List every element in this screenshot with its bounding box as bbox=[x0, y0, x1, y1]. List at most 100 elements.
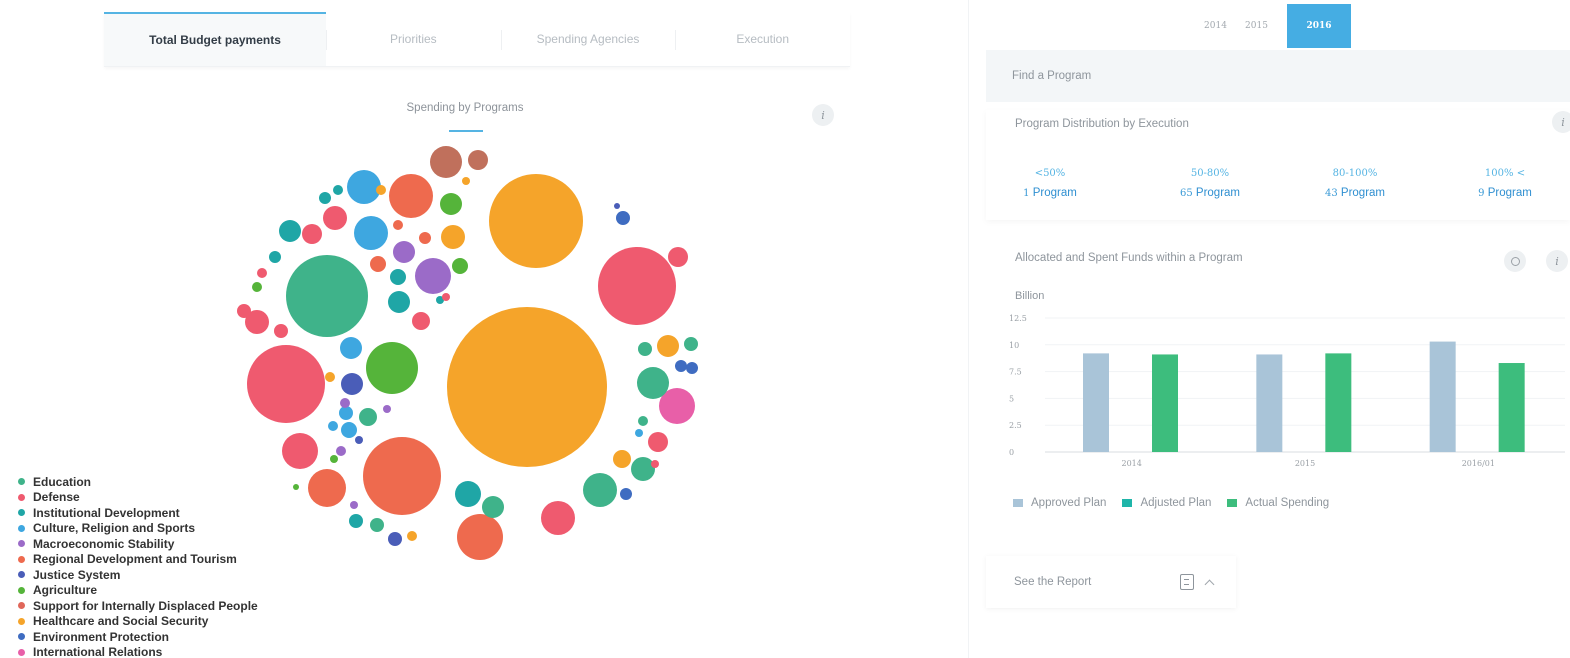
program-bubble[interactable] bbox=[340, 398, 350, 408]
program-bubble[interactable] bbox=[631, 457, 655, 481]
legend-item[interactable]: Regional Development and Tourism bbox=[18, 552, 258, 568]
program-bubble[interactable] bbox=[430, 146, 462, 178]
program-bubble[interactable] bbox=[412, 312, 430, 330]
legend-item[interactable]: Healthcare and Social Security bbox=[18, 614, 258, 630]
program-bubble[interactable] bbox=[441, 225, 465, 249]
program-bubble[interactable] bbox=[457, 514, 503, 560]
find-program-input[interactable] bbox=[1012, 70, 1412, 82]
program-bubble[interactable] bbox=[383, 405, 391, 413]
legend-item[interactable]: Agriculture bbox=[18, 583, 258, 599]
legend-item[interactable]: Environment Protection bbox=[18, 629, 258, 645]
download-icon[interactable] bbox=[1504, 250, 1526, 272]
series-legend-item[interactable]: Actual Spending bbox=[1227, 497, 1329, 509]
program-bubble[interactable] bbox=[389, 174, 433, 218]
program-bubble[interactable] bbox=[462, 177, 470, 185]
program-bubble[interactable] bbox=[269, 251, 281, 263]
program-bubble[interactable] bbox=[651, 460, 659, 468]
chevron-up-icon[interactable] bbox=[1204, 579, 1215, 589]
program-bubble[interactable] bbox=[657, 335, 679, 357]
program-bubble[interactable] bbox=[286, 255, 368, 337]
program-bubble[interactable] bbox=[363, 437, 441, 515]
bar-actual-spending[interactable] bbox=[1498, 363, 1525, 452]
program-bubble[interactable] bbox=[341, 373, 363, 395]
bucket-over-100[interactable]: 100% < 9 Program bbox=[1455, 168, 1555, 199]
program-bubble[interactable] bbox=[648, 432, 668, 452]
program-bubble[interactable] bbox=[279, 220, 301, 242]
program-bubble[interactable] bbox=[637, 367, 669, 399]
program-bubble[interactable] bbox=[447, 307, 607, 467]
legend-item[interactable]: Defense bbox=[18, 490, 258, 506]
distribution-info-icon[interactable]: i bbox=[1552, 111, 1570, 133]
program-bubble[interactable] bbox=[452, 258, 468, 274]
program-bubble[interactable] bbox=[370, 256, 386, 272]
program-bubble[interactable] bbox=[323, 206, 347, 230]
program-bubble[interactable] bbox=[407, 531, 417, 541]
program-bubble[interactable] bbox=[638, 416, 648, 426]
program-bubble[interactable] bbox=[302, 224, 322, 244]
program-bubble[interactable] bbox=[325, 372, 335, 382]
program-bubble[interactable] bbox=[252, 282, 262, 292]
program-bubble[interactable] bbox=[350, 501, 358, 509]
program-bubble[interactable] bbox=[347, 170, 381, 204]
program-bubble[interactable] bbox=[370, 518, 384, 532]
program-bubble[interactable] bbox=[415, 258, 451, 294]
program-bubble[interactable] bbox=[419, 232, 431, 244]
program-bubble[interactable] bbox=[620, 488, 632, 500]
program-bubble[interactable] bbox=[675, 360, 687, 372]
program-bubble[interactable] bbox=[376, 185, 386, 195]
year-2015[interactable]: 2015 bbox=[1236, 4, 1277, 48]
program-bubble[interactable] bbox=[319, 192, 331, 204]
program-bubble[interactable] bbox=[638, 342, 652, 356]
program-bubble[interactable] bbox=[349, 514, 363, 528]
legend-item[interactable]: International Relations bbox=[18, 645, 258, 658]
program-bubble[interactable] bbox=[293, 484, 299, 490]
program-bubble[interactable] bbox=[583, 473, 617, 507]
program-bubble[interactable] bbox=[390, 269, 406, 285]
program-bubble[interactable] bbox=[388, 532, 402, 546]
program-bubble[interactable] bbox=[257, 268, 267, 278]
program-bubble[interactable] bbox=[684, 337, 698, 351]
report-document-icon[interactable] bbox=[1180, 574, 1194, 590]
bucket-50-80[interactable]: 50-80% 65 Program bbox=[1160, 168, 1260, 199]
program-bubble[interactable] bbox=[668, 247, 688, 267]
legend-item[interactable]: Support for Internally Displaced People bbox=[18, 598, 258, 614]
legend-item[interactable]: Macroeconomic Stability bbox=[18, 536, 258, 552]
program-bubble[interactable] bbox=[282, 433, 318, 469]
program-bubble[interactable] bbox=[468, 150, 488, 170]
program-bubble[interactable] bbox=[336, 446, 346, 456]
program-bubble[interactable] bbox=[388, 291, 410, 313]
program-bubble[interactable] bbox=[333, 185, 343, 195]
legend-item[interactable]: Culture, Religion and Sports bbox=[18, 521, 258, 537]
program-bubble[interactable] bbox=[635, 429, 643, 437]
bucket-80-100[interactable]: 80-100% 43 Program bbox=[1300, 168, 1410, 199]
see-report-link[interactable]: See the Report bbox=[1014, 576, 1180, 588]
year-2014[interactable]: 2014 bbox=[1195, 4, 1236, 48]
series-legend-item[interactable]: Adjusted Plan bbox=[1122, 497, 1211, 509]
bar-approved-plan[interactable] bbox=[1429, 341, 1456, 452]
bar-actual-spending[interactable] bbox=[1325, 353, 1352, 452]
bucket-under-50[interactable]: <50% 1 Program bbox=[1010, 168, 1090, 199]
program-bubble[interactable] bbox=[614, 203, 620, 209]
program-bubble[interactable] bbox=[354, 216, 388, 250]
program-bubble[interactable] bbox=[355, 436, 363, 444]
program-bubble[interactable] bbox=[359, 408, 377, 426]
program-bubble[interactable] bbox=[440, 193, 462, 215]
program-bubble[interactable] bbox=[442, 293, 450, 301]
program-bubble[interactable] bbox=[598, 247, 676, 325]
program-bubble[interactable] bbox=[366, 342, 418, 394]
program-bubble[interactable] bbox=[541, 501, 575, 535]
program-bubble[interactable] bbox=[482, 496, 504, 518]
program-bubble[interactable] bbox=[274, 324, 288, 338]
program-bubble[interactable] bbox=[247, 345, 325, 423]
program-bubble[interactable] bbox=[339, 406, 353, 420]
legend-item[interactable]: Education bbox=[18, 474, 258, 490]
year-2016[interactable]: 2016 bbox=[1287, 4, 1351, 48]
funds-info-icon[interactable]: i bbox=[1546, 250, 1568, 272]
legend-item[interactable]: Institutional Development bbox=[18, 505, 258, 521]
program-bubble[interactable] bbox=[340, 337, 362, 359]
program-bubble[interactable] bbox=[686, 362, 698, 374]
program-bubble[interactable] bbox=[489, 174, 583, 268]
program-bubble[interactable] bbox=[330, 455, 338, 463]
program-bubble[interactable] bbox=[341, 422, 357, 438]
series-legend-item[interactable]: Approved Plan bbox=[1013, 497, 1106, 509]
